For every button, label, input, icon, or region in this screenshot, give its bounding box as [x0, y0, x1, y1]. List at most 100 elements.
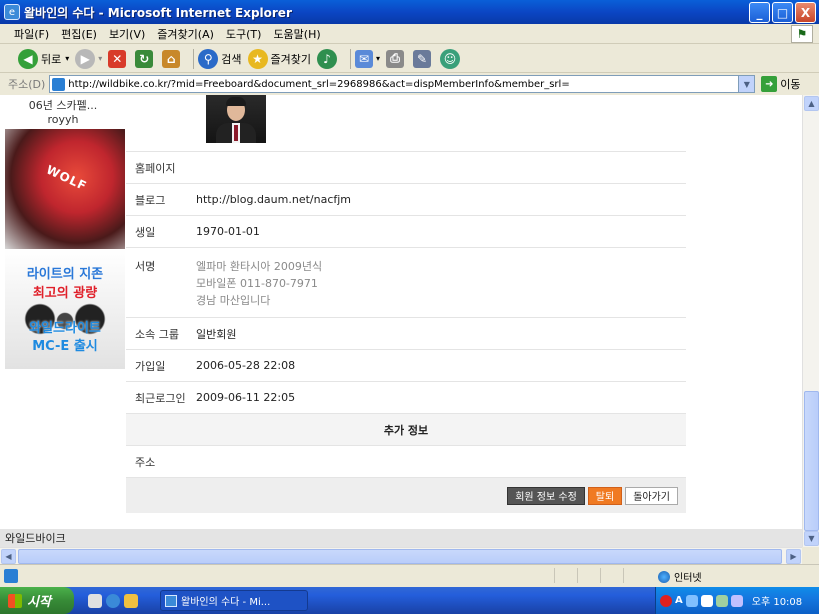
- ie-task-icon: [165, 594, 177, 607]
- print-button[interactable]: ⎙: [386, 49, 407, 68]
- search-button[interactable]: ⚲ 검색: [198, 48, 242, 69]
- address-url: http://wildbike.co.kr/?mid=Freeboard&doc…: [68, 78, 570, 90]
- tray-icon-2[interactable]: [700, 594, 713, 607]
- extra-info-heading: 추가 정보: [126, 414, 686, 446]
- language-icon[interactable]: [660, 594, 672, 607]
- scroll-left-icon[interactable]: ◀: [1, 549, 16, 564]
- last-login-label: 최근로그인: [135, 391, 186, 405]
- home-button[interactable]: ⌂: [162, 49, 183, 68]
- print-icon: ⎙: [386, 49, 405, 68]
- go-label: 이동: [780, 78, 801, 91]
- forward-dropdown-icon[interactable]: ▾: [98, 54, 102, 63]
- group-row: 소속 그룹 일반회원: [126, 318, 686, 350]
- back-dropdown-icon[interactable]: ▾: [65, 54, 69, 63]
- last-login-row: 최근로그인 2009-06-11 22:05: [126, 382, 686, 414]
- last-login-value: 2009-06-11 22:05: [196, 391, 296, 404]
- system-tray: A 오후 10:08: [655, 587, 819, 614]
- go-arrow-icon: ➜: [761, 76, 778, 92]
- back-label: 뒤로: [41, 52, 62, 66]
- page-icon: [52, 77, 66, 91]
- address-dropdown-icon[interactable]: ▼: [738, 76, 755, 92]
- address-input[interactable]: http://wildbike.co.kr/?mid=Freeboard&doc…: [49, 75, 756, 93]
- scroll-down-icon[interactable]: ▼: [804, 531, 819, 546]
- ad-brand-text: WOLF: [44, 162, 90, 194]
- refresh-icon: ↻: [135, 49, 154, 68]
- menu-file[interactable]: 파일(F): [14, 26, 49, 42]
- edit-member-info-button[interactable]: 회원 정보 수정: [507, 486, 585, 505]
- close-button[interactable]: X: [795, 2, 816, 23]
- signature-line: 엘파마 환타시아 2009년식: [196, 260, 323, 273]
- tray-icon-1[interactable]: [685, 594, 698, 607]
- ad-line-4: MC-E 출시: [32, 339, 98, 354]
- ie-app-icon[interactable]: e: [4, 4, 20, 20]
- media-button[interactable]: ♪: [317, 48, 340, 69]
- ad-photo-banner[interactable]: WOLF: [5, 129, 125, 249]
- back-button[interactable]: ◀ 뒤로 ▾: [18, 48, 69, 69]
- menu-favorites[interactable]: 즐겨찾기(A): [157, 26, 214, 42]
- signature-line: 모바일폰 011-870-7971: [196, 277, 318, 290]
- address-label: 주소(D): [8, 78, 46, 91]
- network-icon[interactable]: [715, 594, 728, 607]
- menu-tools[interactable]: 도구(T): [226, 26, 262, 42]
- clock[interactable]: 오후 10:08: [752, 593, 802, 608]
- horizontal-scrollbar[interactable]: ◀ ▶: [0, 547, 802, 564]
- group-value: 일반회원: [196, 327, 237, 341]
- ie-quicklaunch-icon[interactable]: [106, 593, 120, 608]
- thumb-title[interactable]: 06년 스카펠...: [0, 97, 126, 113]
- forward-button[interactable]: ▶ ▾: [75, 48, 102, 69]
- start-label: 시작: [27, 595, 51, 610]
- back-to-list-button[interactable]: 돌아가기: [625, 486, 678, 505]
- minimize-button[interactable]: _: [749, 2, 770, 23]
- menu-view[interactable]: 보기(V): [109, 26, 145, 42]
- quick-launch: [88, 593, 138, 608]
- blog-link[interactable]: http://blog.daum.net/nacfjm: [196, 193, 351, 206]
- menu-edit[interactable]: 편집(E): [61, 26, 97, 42]
- member-photo: [206, 95, 266, 143]
- ime-icon[interactable]: A: [675, 595, 683, 606]
- folder-icon[interactable]: [124, 593, 138, 608]
- home-icon: ⌂: [162, 49, 181, 68]
- task-label: 왈바인의 수다 - Mi...: [181, 597, 271, 608]
- edit-page-icon: ✎: [413, 49, 432, 68]
- mail-dropdown-icon[interactable]: ▾: [376, 54, 380, 63]
- birthday-label: 생일: [135, 225, 156, 239]
- vertical-scrollbar[interactable]: ▲ ▼: [802, 95, 819, 547]
- signature-label: 서명: [135, 260, 156, 273]
- action-button-bar: 회원 정보 수정 탈퇴 돌아가기: [126, 478, 686, 513]
- scroll-up-icon[interactable]: ▲: [804, 96, 819, 111]
- joined-value: 2006-05-28 22:08: [196, 359, 296, 372]
- withdraw-button[interactable]: 탈퇴: [587, 486, 623, 505]
- media-icon: ♪: [317, 48, 338, 69]
- menu-help[interactable]: 도움말(H): [273, 26, 320, 42]
- messenger-button[interactable]: ☺: [440, 48, 463, 69]
- scroll-right-icon[interactable]: ▶: [786, 549, 801, 564]
- messenger-icon: ☺: [440, 48, 461, 69]
- volume-icon[interactable]: [730, 594, 743, 607]
- blog-label: 블로그: [135, 193, 166, 207]
- homepage-label: 홈페이지: [135, 161, 176, 175]
- toolbar-separator: [193, 48, 195, 69]
- vertical-scroll-thumb[interactable]: [804, 391, 819, 531]
- favorites-button[interactable]: ★ 즐겨찾기: [247, 48, 311, 69]
- ad-line-1: 라이트의 지존: [26, 267, 104, 282]
- maximize-button[interactable]: □: [772, 2, 793, 23]
- ad-light-banner[interactable]: 라이트의 지존 최고의 광량 와일드라이트 MC-E 출시: [5, 249, 125, 369]
- refresh-button[interactable]: ↻: [135, 49, 156, 68]
- toolbar: ◀ 뒤로 ▾ ▶ ▾ ✕ ↻ ⌂ ⚲ 검색 ★ 즐겨찾기 ♪ ✉ ▾ ⎙ ✎ ☺: [0, 45, 819, 73]
- thumb-author: royyh: [47, 113, 79, 126]
- show-desktop-icon[interactable]: [88, 593, 102, 608]
- address-row: 주소: [126, 446, 686, 478]
- go-button[interactable]: ➜ 이동: [761, 76, 801, 92]
- windows-logo-icon: [8, 593, 22, 608]
- group-label: 소속 그룹: [135, 327, 179, 341]
- edit-page-button[interactable]: ✎: [413, 49, 434, 68]
- status-bar: 인터넷: [0, 564, 819, 586]
- taskbar-window-button[interactable]: 왈바인의 수다 - Mi...: [160, 590, 308, 611]
- member-profile: 홈페이지 블로그 http://blog.daum.net/nacfjm 생일 …: [126, 95, 686, 513]
- mail-button[interactable]: ✉ ▾: [355, 49, 380, 68]
- start-button[interactable]: 시작: [0, 587, 74, 614]
- left-sidebar: 06년 스카펠... royyh WOLF 라이트의 지존 최고의 광량 와일드…: [0, 95, 126, 547]
- title-bar: e 왈바인의 수다 - Microsoft Internet Explorer …: [0, 0, 819, 24]
- stop-button[interactable]: ✕: [108, 49, 129, 68]
- horizontal-scroll-thumb[interactable]: [18, 549, 782, 564]
